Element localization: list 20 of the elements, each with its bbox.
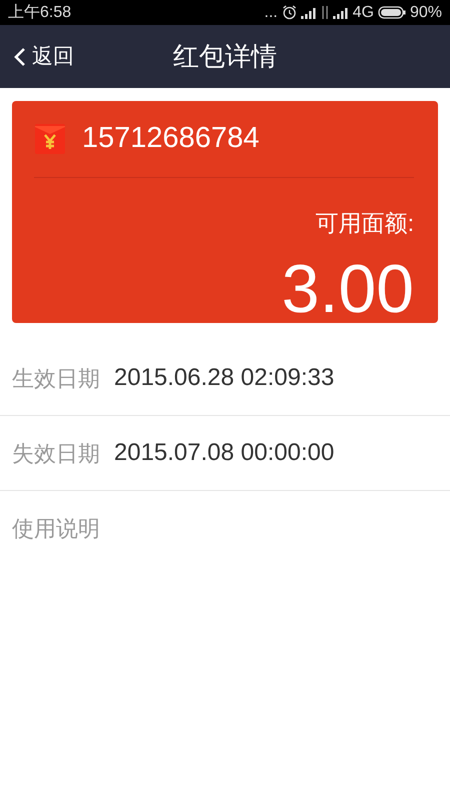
envelope-icon xyxy=(34,123,66,155)
alarm-icon xyxy=(282,5,297,20)
signal-icon xyxy=(332,6,349,18)
amount-label: 可用面额: xyxy=(316,210,414,236)
page-title: 红包详情 xyxy=(173,41,277,71)
detail-label: 失效日期 xyxy=(12,440,100,468)
amount-value: 3.00 xyxy=(282,250,414,326)
status-time: 上午6:58 xyxy=(8,2,72,22)
detail-value: 2015.07.08 00:00:00 xyxy=(114,438,334,468)
back-button[interactable]: 返回 xyxy=(0,25,74,88)
network-type: 4G xyxy=(352,2,374,22)
back-icon xyxy=(14,46,26,66)
status-more: ... xyxy=(264,2,278,22)
detail-label: 生效日期 xyxy=(12,364,100,392)
battery-icon xyxy=(378,6,406,19)
detail-label: 使用说明 xyxy=(12,515,100,543)
phone-number: 15712686784 xyxy=(82,121,260,156)
signal-icon xyxy=(300,6,317,18)
battery-level: 90% xyxy=(410,2,442,22)
detail-value: 2015.06.28 02:09:33 xyxy=(114,363,334,393)
